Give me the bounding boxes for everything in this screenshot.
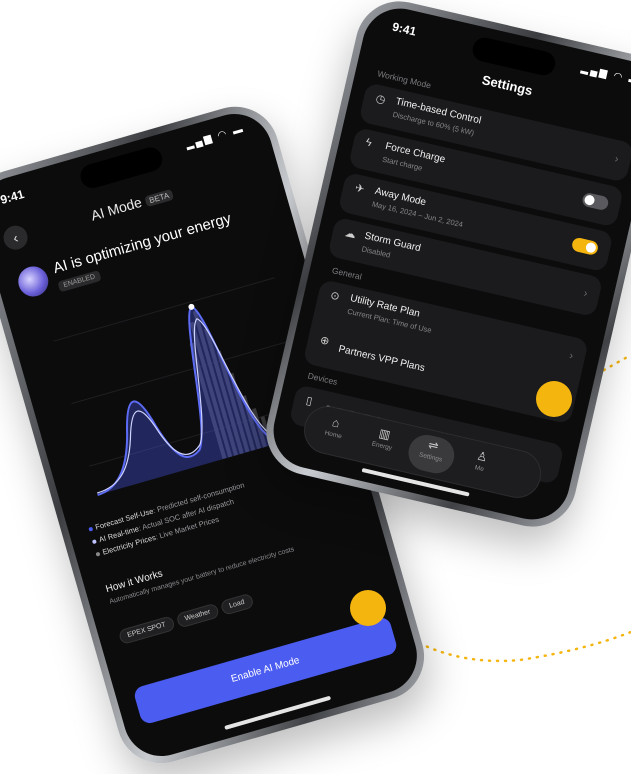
rate-icon: ⊙ <box>329 289 341 304</box>
clock-icon: ◷ <box>374 92 387 107</box>
legend-dot-icon <box>88 526 94 532</box>
tab-energy[interactable]: ▥ Energy <box>356 420 409 465</box>
chevron-right-icon: › <box>568 349 575 363</box>
plane-icon: ✈ <box>353 182 366 197</box>
beta-badge: BETA <box>144 188 175 207</box>
toggle-knob <box>583 194 596 207</box>
chevron-right-icon: › <box>582 287 589 300</box>
page-title-text: AI Mode <box>89 193 144 224</box>
section-devices: Devices <box>306 370 339 387</box>
section-general: General <box>331 265 363 282</box>
connector-dot <box>536 381 572 417</box>
status-icons: ▂▄▆ ◠ ▬ <box>184 123 246 151</box>
row-title: Partners VPP Plans <box>337 343 426 375</box>
away-mode-toggle[interactable] <box>570 236 600 257</box>
bolt-icon: ϟ <box>364 136 373 150</box>
dynamic-island <box>77 144 166 191</box>
toggle-knob <box>584 241 597 254</box>
chevron-right-icon: › <box>613 152 620 166</box>
ai-orb-icon <box>14 262 52 301</box>
chip-epex-spot[interactable]: EPEX SPOT <box>117 615 176 646</box>
status-time: 9:41 <box>0 186 26 208</box>
vpp-icon: ⊕ <box>318 334 331 349</box>
tab-home[interactable]: ⌂ Home <box>307 409 360 454</box>
chip-weather[interactable]: Weather <box>175 602 221 629</box>
cloud-icon: ☁ <box>343 227 357 242</box>
chip-load[interactable]: Load <box>219 592 255 616</box>
tab-settings[interactable]: ⇌ Settings <box>404 431 458 477</box>
status-icons: ▂▄▆ ◠ ▬ <box>579 63 631 88</box>
legend-dot-icon <box>95 551 101 557</box>
tab-me[interactable]: ♙ Me <box>454 443 507 488</box>
status-time: 9:41 <box>390 19 418 39</box>
connector-dot <box>350 590 386 626</box>
device-icon: ▯ <box>304 394 314 408</box>
force-charge-toggle[interactable] <box>581 191 610 212</box>
legend-dot-icon <box>91 539 97 545</box>
